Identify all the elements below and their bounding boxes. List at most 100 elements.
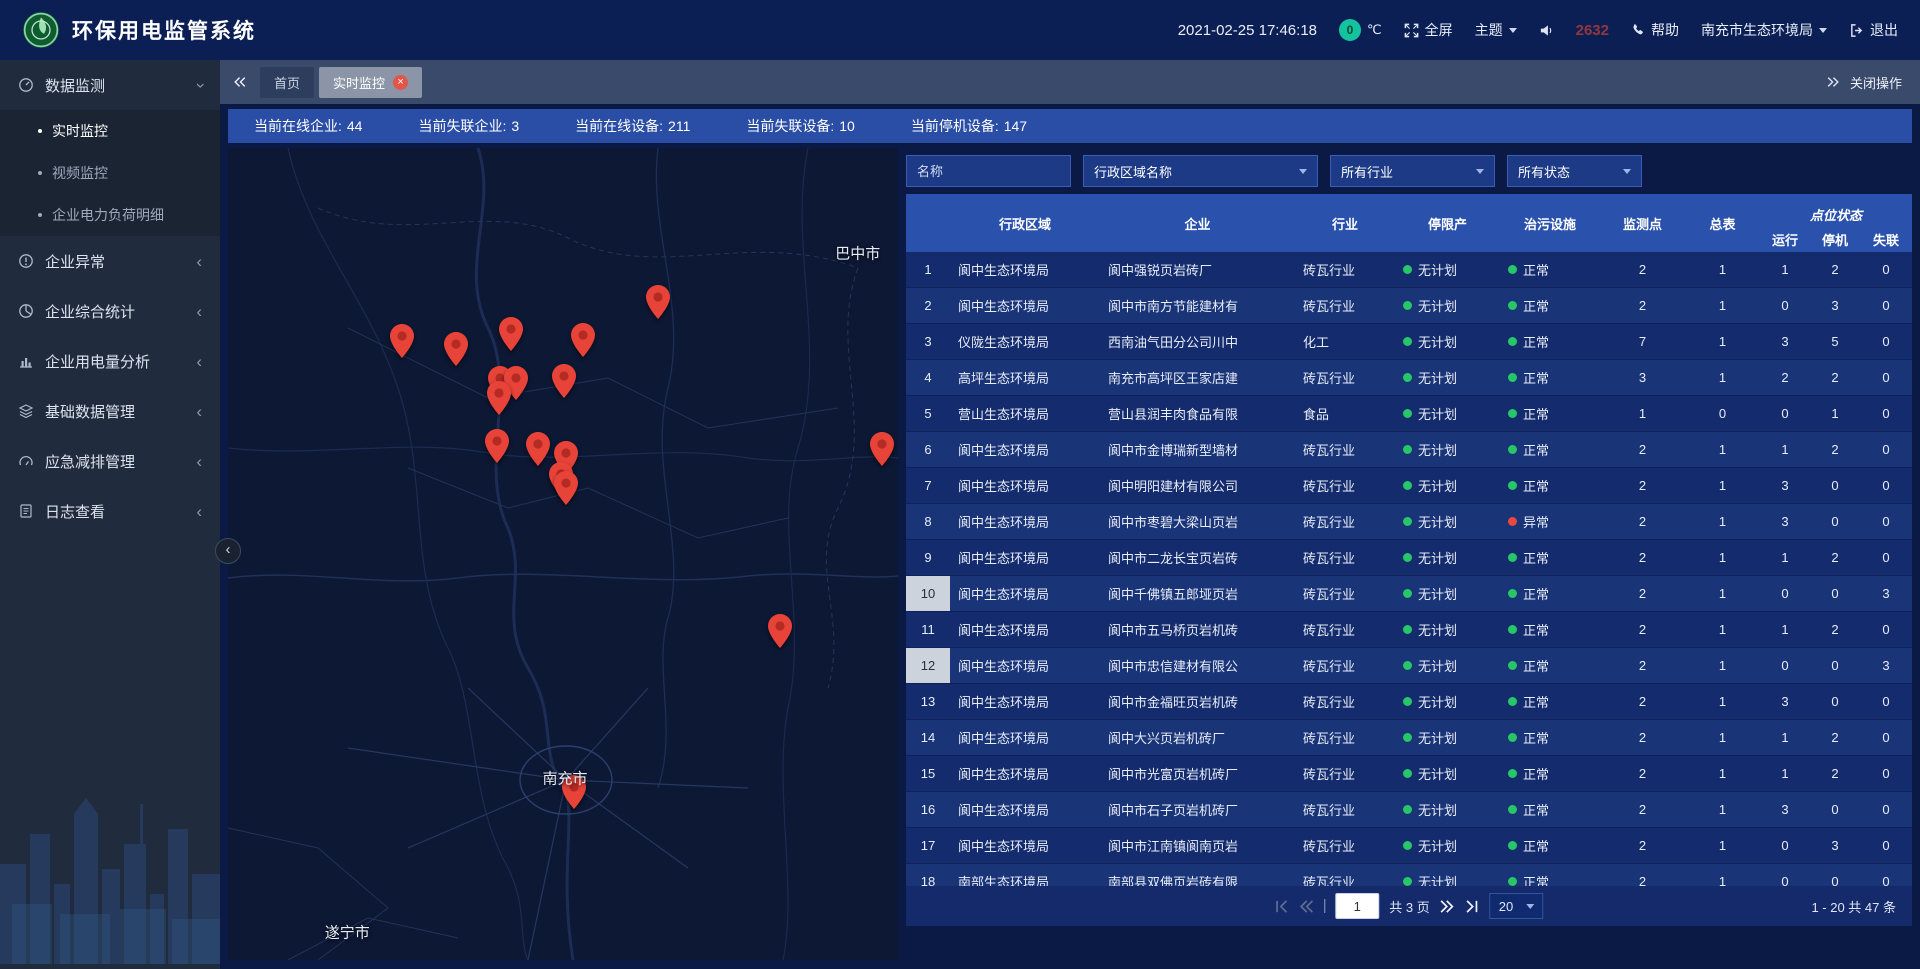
row-company: 阆中市五马桥页岩机砖 [1100,612,1295,647]
map-pin-icon[interactable] [444,332,468,371]
page-size-select[interactable]: 20 [1490,893,1544,919]
prev-page-button[interactable] [1299,899,1314,914]
map-pin-icon[interactable] [768,614,792,653]
table-row[interactable]: 3 仪陇生态环境局 西南油气田分公司川中 化工 无计划 正常 7 1 3 5 0 [906,324,1912,360]
table-row[interactable]: 5 营山生态环境局 营山县润丰肉食品有限 食品 无计划 正常 1 0 0 1 0 [906,396,1912,432]
table-row[interactable]: 8 阆中生态环境局 阆中市枣碧大梁山页岩 砖瓦行业 无计划 异常 2 1 3 0… [906,504,1912,540]
scroll-tabs-right-button[interactable] [1826,75,1840,89]
sidebar-group-log-view[interactable]: 日志查看 ‹ [0,486,220,536]
col-run[interactable]: 运行 [1760,226,1810,252]
table-row[interactable]: 4 高坪生态环境局 南充市高坪区王家店建 砖瓦行业 无计划 正常 3 1 2 2… [906,360,1912,396]
row-company: 西南油气田分公司川中 [1100,324,1295,359]
row-meters: 1 [1685,828,1760,863]
region-select[interactable]: 行政区域名称 [1083,155,1318,187]
row-region: 阆中生态环境局 [950,576,1100,611]
map-collapse-button[interactable]: ‹ [215,538,241,564]
table-row[interactable]: 13 阆中生态环境局 阆中市金福旺页岩机砖 砖瓦行业 无计划 正常 2 1 3 … [906,684,1912,720]
col-points[interactable]: 监测点 [1600,194,1685,252]
industry-select[interactable]: 所有行业 [1330,155,1495,187]
col-meters[interactable]: 总表 [1685,194,1760,252]
limit-status-text: 无计划 [1418,440,1457,459]
row-run: 1 [1760,540,1810,575]
organization-dropdown[interactable]: 南充市生态环境局 [1701,20,1827,40]
sidebar-item-realtime-monitor[interactable]: 实时监控 [0,110,220,152]
sidebar-group-base-data[interactable]: 基础数据管理 ‹ [0,386,220,436]
table-row[interactable]: 10 阆中生态环境局 阆中千佛镇五郎垭页岩 砖瓦行业 无计划 正常 2 1 0 … [906,576,1912,612]
sidebar-group-label: 企业用电量分析 [45,351,150,372]
sidebar: 数据监测 ‹ 实时监控 视频监控 企业电力负荷明细 企业异常 ‹ [0,60,220,969]
map-pin-icon[interactable] [646,285,670,324]
facility-status-dot [1508,301,1517,310]
sidebar-item-label: 实时监控 [52,121,108,141]
map-pin-icon[interactable] [554,471,578,510]
table-row[interactable]: 1 阆中生态环境局 阆中强锐页岩砖厂 砖瓦行业 无计划 正常 2 1 1 2 0 [906,252,1912,288]
map-pin-icon[interactable] [390,324,414,363]
map-pin-icon[interactable] [870,432,894,471]
close-operations-button[interactable]: 关闭操作 [1850,73,1902,92]
row-industry: 食品 [1295,396,1395,431]
last-page-button[interactable] [1465,899,1480,914]
table-row[interactable]: 7 阆中生态环境局 阆中明阳建材有限公司 砖瓦行业 无计划 正常 2 1 3 0… [906,468,1912,504]
next-page-button[interactable] [1440,899,1455,914]
table-row[interactable]: 17 阆中生态环境局 阆中市江南镇阆南页岩 砖瓦行业 无计划 正常 2 1 0 … [906,828,1912,864]
table-row[interactable]: 6 阆中生态环境局 阆中市金博瑞新型墙材 砖瓦行业 无计划 正常 2 1 1 2… [906,432,1912,468]
col-lost[interactable]: 失联 [1860,226,1912,252]
table-row[interactable]: 16 阆中生态环境局 阆中市石子页岩机砖厂 砖瓦行业 无计划 正常 2 1 3 … [906,792,1912,828]
map-pin-icon[interactable] [499,317,523,356]
scroll-tabs-left-button[interactable] [220,75,260,89]
sidebar-item-video-monitor[interactable]: 视频监控 [0,152,220,194]
table-row[interactable]: 12 阆中生态环境局 阆中市忠信建材有限公 砖瓦行业 无计划 正常 2 1 0 … [906,648,1912,684]
row-lost: 0 [1860,324,1912,359]
close-tab-icon[interactable]: × [393,75,408,90]
col-industry[interactable]: 行业 [1295,194,1395,252]
row-industry: 砖瓦行业 [1295,756,1395,791]
sidebar-item-power-load-detail[interactable]: 企业电力负荷明细 [0,194,220,236]
row-limit-status: 无计划 [1395,612,1500,647]
logout-button[interactable]: 退出 [1849,20,1898,40]
sidebar-group-data-monitoring[interactable]: 数据监测 ‹ [0,60,220,110]
status-select[interactable]: 所有状态 [1507,155,1642,187]
sidebar-group-company-abnormal[interactable]: 企业异常 ‹ [0,236,220,286]
col-status-group: 点位状态 [1760,194,1912,226]
map-pin-icon[interactable] [526,432,550,471]
map-panel[interactable]: 巴中市 南充市 遂宁市 ‹ [228,148,898,960]
map-pin-icon[interactable] [571,323,595,362]
row-meters: 1 [1685,612,1760,647]
table-row[interactable]: 18 南部生态环境局 南部县双佛页岩砖有限 砖瓦行业 无计划 正常 2 1 0 … [906,864,1912,886]
tab-home[interactable]: 首页 [260,67,314,98]
table-row[interactable]: 2 阆中生态环境局 阆中市南方节能建材有 砖瓦行业 无计划 正常 2 1 0 3… [906,288,1912,324]
map-city-label: 南充市 [542,768,587,789]
sidebar-group-power-analysis[interactable]: 企业用电量分析 ‹ [0,336,220,386]
row-facility-status: 正常 [1500,396,1600,431]
table-row[interactable]: 11 阆中生态环境局 阆中市五马桥页岩机砖 砖瓦行业 无计划 正常 2 1 1 … [906,612,1912,648]
col-region[interactable]: 行政区域 [950,194,1100,252]
help-button[interactable]: 帮助 [1631,20,1679,40]
tab-realtime-monitor[interactable]: 实时监控 × [319,67,422,98]
table-row[interactable]: 9 阆中生态环境局 阆中市二龙长宝页岩砖 砖瓦行业 无计划 正常 2 1 1 2… [906,540,1912,576]
first-page-button[interactable] [1274,899,1289,914]
page-number-input[interactable] [1335,893,1379,919]
sidebar-group-company-statistics[interactable]: 企业综合统计 ‹ [0,286,220,336]
announcement-icon[interactable] [1539,23,1554,38]
company-name-input[interactable] [906,155,1071,187]
col-company[interactable]: 企业 [1100,194,1295,252]
theme-dropdown[interactable]: 主题 [1475,20,1517,40]
fullscreen-button[interactable]: 全屏 [1404,20,1453,40]
row-index-cell: 10 [906,576,950,611]
row-facility-status: 正常 [1500,756,1600,791]
sidebar-group-emergency-reduction[interactable]: 应急减排管理 ‹ [0,436,220,486]
map-pin-icon[interactable] [485,429,509,468]
limit-status-dot [1403,553,1412,562]
table-row[interactable]: 14 阆中生态环境局 阆中大兴页岩机砖厂 砖瓦行业 无计划 正常 2 1 1 2… [906,720,1912,756]
row-stop: 0 [1810,648,1860,683]
table-row[interactable]: 15 阆中生态环境局 阆中市光富页岩机砖厂 砖瓦行业 无计划 正常 2 1 1 … [906,756,1912,792]
col-index [906,194,950,252]
limit-status-dot [1403,625,1412,634]
col-stop[interactable]: 停机 [1810,226,1860,252]
col-facility[interactable]: 治污设施 [1500,194,1600,252]
col-limit[interactable]: 停限产 [1395,194,1500,252]
row-facility-status: 正常 [1500,792,1600,827]
map-pin-icon[interactable] [552,364,576,403]
map-pin-icon[interactable] [487,381,511,420]
limit-status-dot [1403,481,1412,490]
